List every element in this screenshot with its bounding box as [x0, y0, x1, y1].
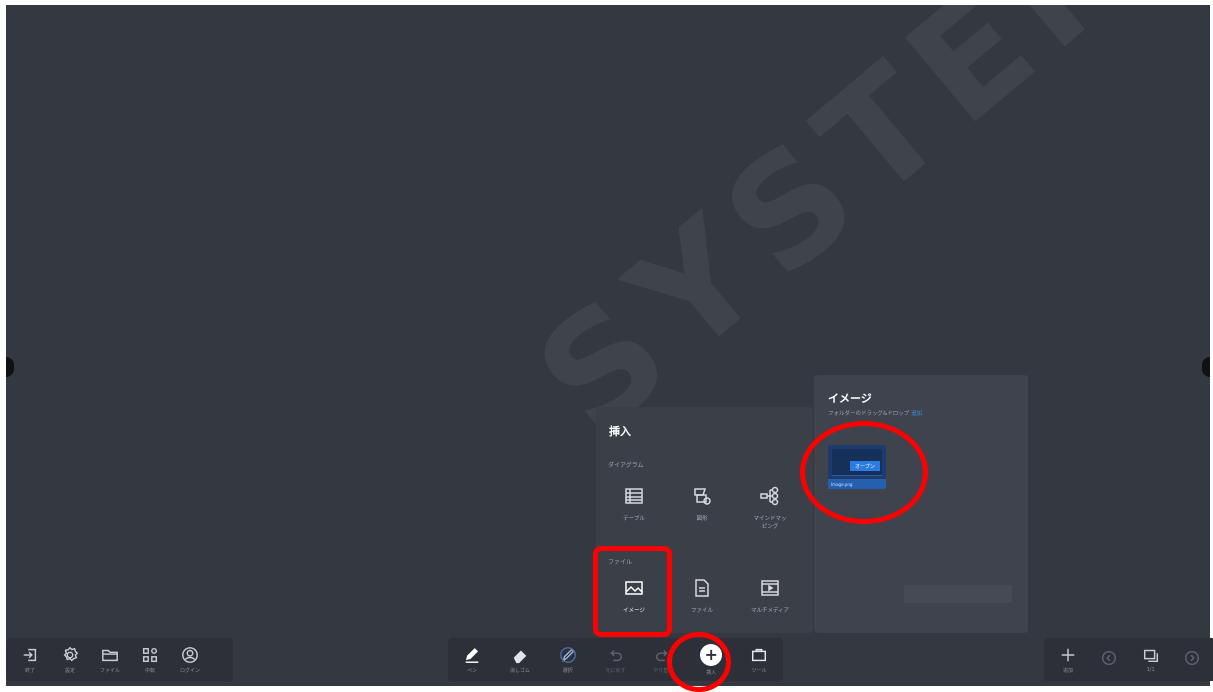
eraser-button[interactable]: 消しゴム [502, 640, 538, 680]
image-panel-subtitle: フォルダーのドラッグ&ドロップ 追加 [828, 409, 922, 417]
pen-icon [465, 647, 479, 663]
image-panel: イメージ フォルダーのドラッグ&ドロップ 追加 オープン Image.png [814, 375, 1028, 633]
add-page-button[interactable]: 追加 [1050, 640, 1086, 680]
insert-table-label: テーブル [623, 516, 645, 522]
image-icon [625, 581, 643, 595]
redo-icon [656, 649, 668, 661]
next-page-icon [1184, 650, 1200, 666]
insert-mindmap-button[interactable]: マインドマッ ピング [742, 479, 798, 541]
add-page-label: 追加 [1062, 667, 1073, 674]
prev-page-button[interactable] [1091, 640, 1127, 680]
pen-label: ペン [466, 667, 477, 674]
exit-icon [23, 648, 37, 661]
redo-label: やり直し [653, 667, 674, 674]
diagram-section-label: ダイアグラム [608, 462, 644, 469]
pen-button[interactable]: ペン [454, 640, 490, 680]
left-toolbar: 終了 設定 ファイル 中転 ログイン [6, 638, 233, 681]
select-label: 選択 [562, 667, 573, 674]
insert-label: 挿入 [706, 669, 717, 676]
insert-media-button[interactable]: マルチメディア [742, 571, 798, 633]
image-panel-add-link[interactable]: 追加 [911, 411, 922, 417]
insert-media-label: マルチメディア [750, 608, 790, 614]
eraser-label: 消しゴム [509, 667, 530, 674]
exit-label: 終了 [24, 667, 35, 674]
gear-icon [63, 646, 79, 661]
insert-button[interactable]: + 挿入 [693, 640, 729, 680]
page-toolbar: 追加 1/1 [1044, 638, 1213, 681]
insert-file-label: ファイル [690, 608, 713, 614]
tools-icon [751, 648, 766, 661]
main-toolbar: ペン 消しゴム 選択 元に戻す やり直し + 挿入 ツール [448, 638, 783, 681]
select-button[interactable]: 選択 [550, 640, 586, 680]
insert-shapes-label: 図形 [696, 516, 708, 522]
add-page-icon [1061, 648, 1075, 661]
redo-button[interactable]: やり直し [645, 640, 681, 680]
prev-page-icon [1102, 650, 1117, 666]
pages-label: 1/1 [1146, 667, 1155, 673]
pages-icon [1143, 649, 1158, 663]
file-button[interactable]: ファイル [92, 640, 128, 680]
file-label: ファイル [99, 667, 120, 674]
insert-file-button[interactable]: ファイル [674, 571, 730, 633]
tools-label: ツール [751, 667, 767, 674]
exit-button[interactable]: 終了 [12, 640, 48, 680]
tools-button[interactable]: ツール [741, 640, 777, 680]
left-edge-handle[interactable] [6, 357, 14, 377]
eraser-icon [513, 650, 527, 663]
image-thumbnail[interactable]: オープン Image.png [828, 445, 886, 489]
settings-button[interactable]: 設定 [52, 640, 88, 680]
image-panel-footer [904, 585, 1012, 603]
settings-label: 設定 [64, 667, 75, 674]
shapes-icon [694, 488, 711, 505]
pages-button[interactable]: 1/1 [1133, 640, 1169, 680]
right-edge-handle[interactable] [1202, 357, 1210, 377]
insert-table-button[interactable]: テーブル [606, 479, 662, 541]
folder-icon [102, 649, 118, 661]
thumbnail-caption: Image.png [828, 479, 886, 489]
file-section-label: ファイル [608, 559, 633, 566]
mindmap-icon [760, 486, 779, 506]
login-label: ログイン [179, 667, 200, 674]
insert-image-button[interactable]: イメージ [606, 571, 662, 633]
insert-mindmap-label: マインドマッ ピング [753, 516, 787, 531]
user-icon [182, 646, 198, 663]
undo-button[interactable]: 元に戻す [597, 640, 633, 680]
image-panel-hint: フォルダーのドラッグ&ドロップ [828, 411, 910, 417]
undo-label: 元に戻す [605, 667, 626, 674]
insert-image-label: イメージ [623, 608, 645, 614]
open-image-button[interactable]: オープン [850, 461, 880, 471]
insert-panel-title: 挿入 [609, 425, 631, 438]
select-icon [559, 646, 576, 663]
insert-panel: 挿入 ダイアグラム テーブル 図形 マインドマッ ピング ファイル イメージ フ… [596, 407, 813, 633]
image-panel-title: イメージ [828, 392, 872, 405]
login-button[interactable]: ログイン [172, 640, 208, 680]
table-icon [625, 488, 643, 504]
next-page-button[interactable] [1174, 640, 1210, 680]
apps-icon [142, 647, 158, 662]
media-icon [761, 580, 779, 596]
insert-shapes-button[interactable]: 図形 [674, 479, 730, 541]
apps-label: 中転 [144, 667, 155, 674]
document-icon [695, 579, 709, 597]
insert-icon: + [700, 643, 723, 666]
apps-button[interactable]: 中転 [132, 640, 168, 680]
undo-icon [610, 649, 623, 661]
